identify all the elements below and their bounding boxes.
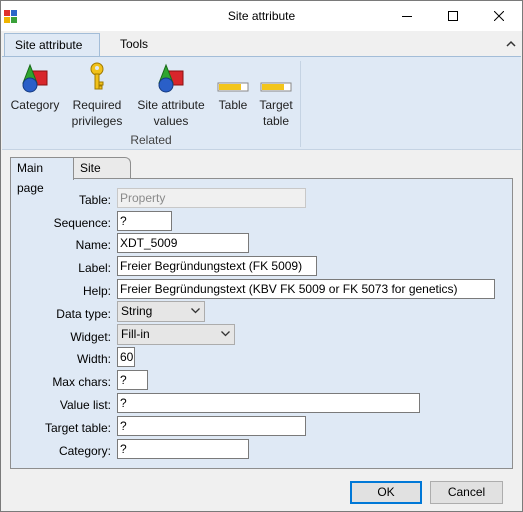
key-icon (81, 61, 113, 93)
ribbon-tab-site-attribute[interactable]: Site attribute (4, 33, 100, 57)
close-button[interactable] (476, 1, 522, 31)
cancel-button[interactable]: Cancel (430, 481, 503, 504)
width-label: Width: (76, 352, 111, 366)
site-attribute-values-ribbon-button[interactable]: Site attribute values (132, 61, 210, 129)
ribbon-group-label: Related (130, 133, 172, 147)
shapes-icon (155, 61, 187, 93)
ribbon-tab-bar: Site attribute Tools (1, 31, 522, 57)
ribbon-panel: Category Required privileges Site attrib… (2, 56, 521, 150)
tab-site-attr[interactable]: Site attr. (73, 157, 131, 195)
table-ribbon-button[interactable]: Table (214, 61, 252, 113)
label-field[interactable]: Freier Begründungstext (FK 5009) (117, 256, 317, 276)
sequence-field[interactable]: ? (117, 211, 172, 231)
target-table-label-line2: table (262, 114, 290, 128)
shapes-icon (19, 61, 51, 93)
widget-label: Widget: (70, 330, 111, 344)
site-attribute-values-label-line2: values (153, 114, 189, 128)
required-privileges-label-line1: Required (72, 98, 122, 112)
ribbon-group-separator (300, 61, 301, 147)
site-attribute-values-label-line1: Site attribute (137, 98, 205, 112)
category-ribbon-label: Category (10, 98, 60, 112)
close-icon (494, 11, 504, 21)
data-type-value: String (121, 304, 153, 318)
help-field[interactable]: Freier Begründungstext (KBV FK 5009 or F… (117, 279, 495, 299)
value-list-label: Value list: (59, 398, 111, 412)
chevron-down-icon (221, 331, 230, 337)
target-table-label-line1: Target (259, 98, 293, 112)
ok-button[interactable]: OK (350, 481, 422, 504)
category-ribbon-button[interactable]: Category (8, 61, 62, 113)
target-table-ribbon-button[interactable]: Target table (256, 61, 296, 129)
table-label: Table: (78, 193, 111, 207)
chevron-up-icon[interactable] (506, 39, 516, 49)
width-field[interactable]: 60 (117, 347, 135, 367)
maximize-button[interactable] (430, 1, 476, 31)
data-type-label: Data type: (56, 307, 111, 321)
help-label: Help: (82, 284, 111, 298)
minimize-button[interactable] (384, 1, 430, 31)
category-field[interactable]: ? (117, 439, 249, 459)
target-table-field[interactable]: ? (117, 416, 306, 436)
table-field: Property (117, 188, 306, 208)
required-privileges-label-line2: privileges (71, 114, 123, 128)
widget-value: Fill-in (121, 327, 150, 341)
target-table-label: Target table: (44, 421, 111, 435)
table-ribbon-label: Table (218, 98, 248, 112)
value-list-field[interactable]: ? (117, 393, 420, 413)
dialog-window: Site attribute Site attribute Tools Cate… (0, 0, 523, 512)
label-label: Label: (78, 261, 111, 275)
table-bar-icon (260, 61, 292, 93)
widget-select[interactable]: Fill-in (117, 324, 235, 345)
sequence-label: Sequence: (53, 216, 111, 230)
ribbon-tab-tools[interactable]: Tools (110, 33, 158, 57)
name-label: Name: (75, 238, 111, 252)
max-chars-label: Max chars: (52, 375, 111, 389)
table-bar-icon (217, 61, 249, 93)
max-chars-field[interactable]: ? (117, 370, 148, 390)
category-label: Category: (58, 444, 111, 458)
required-privileges-ribbon-button[interactable]: Required privileges (66, 61, 128, 129)
tab-main-page[interactable]: Main page (10, 157, 74, 195)
minimize-icon (402, 16, 412, 17)
maximize-icon (448, 11, 458, 21)
data-type-select[interactable]: String (117, 301, 205, 322)
chevron-down-icon (191, 308, 200, 314)
name-field[interactable]: XDT_5009 (117, 233, 249, 253)
title-bar: Site attribute (1, 1, 522, 31)
